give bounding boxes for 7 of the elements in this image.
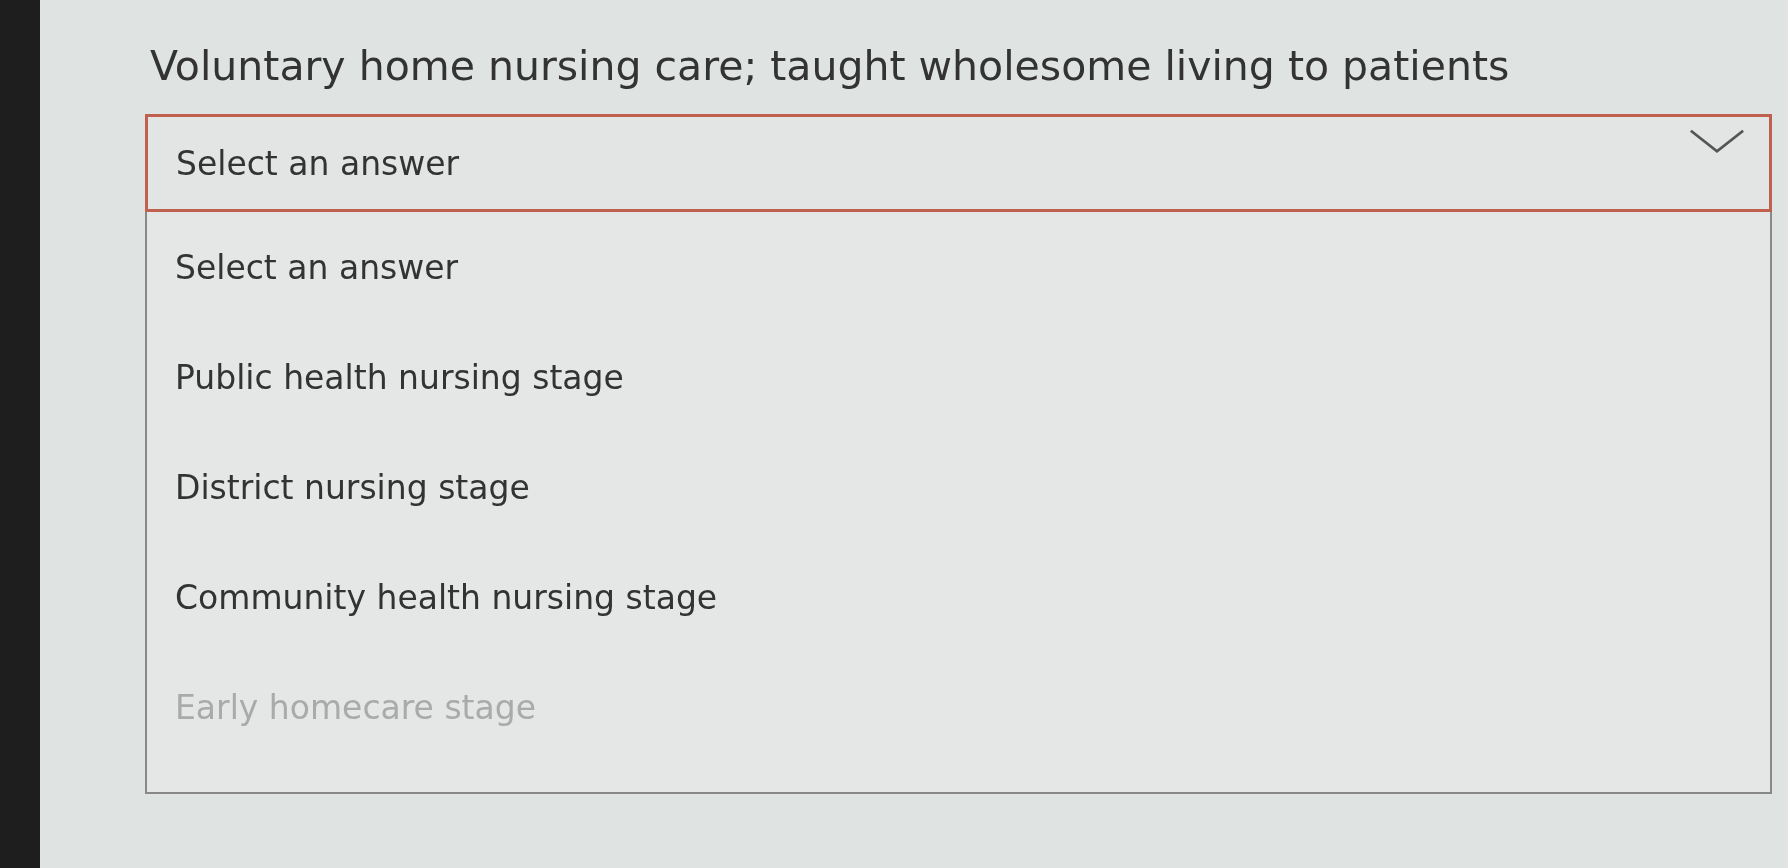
chevron-down-icon — [1689, 127, 1745, 155]
answer-dropdown[interactable]: Select an answer — [145, 114, 1772, 212]
dropdown-option[interactable]: Select an answer — [147, 212, 1770, 322]
dropdown-option[interactable]: District nursing stage — [147, 432, 1770, 542]
dropdown-option[interactable]: Community health nursing stage — [147, 542, 1770, 652]
question-text: Voluntary home nursing care; taught wholesome living to patients — [150, 42, 1511, 90]
dropdown-option[interactable]: Public health nursing stage — [147, 322, 1770, 432]
